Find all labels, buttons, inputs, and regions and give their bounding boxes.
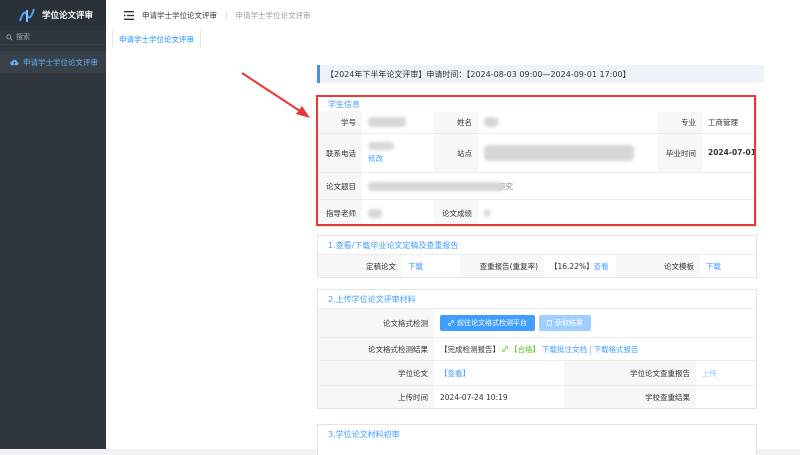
phone-label: 联系电话	[318, 134, 362, 172]
section-upload-materials: 2.上传学位论文评审材料 论文格式检测 前往论文格式检测平台 获取结果 论文格式…	[317, 289, 757, 409]
link-separator: |	[589, 344, 592, 354]
dup-report-label: 查重报告(重复率)	[460, 255, 544, 277]
search-label: 搜索	[16, 33, 30, 41]
dup-rate: 【16.22%】	[550, 261, 594, 271]
menu-toggle-icon[interactable]	[124, 10, 134, 20]
application-notice: 【2024年下半年论文评审】申请时间：【2024-08-03 09:00—202…	[317, 65, 764, 83]
top-header: 申请学士学位论文评审 / 申请学士学位论文评审	[106, 0, 800, 31]
dup-report-value: 【16.22%】 查看	[544, 255, 616, 277]
major-label: 专业	[658, 111, 702, 133]
major-value: 工商管理	[708, 117, 738, 127]
template-label: 论文模板	[616, 255, 700, 277]
search-icon	[6, 33, 13, 41]
sidebar-search[interactable]: 搜索	[0, 30, 106, 45]
student-id-label: 学号	[318, 111, 362, 133]
phone-value: 修改	[362, 134, 434, 172]
dup-report-upload-label: 学位论文查重报告	[564, 361, 696, 385]
advisor-label: 指导老师	[318, 200, 362, 226]
app-logo[interactable]: 学位论文评审	[0, 0, 106, 30]
download-annotated-link[interactable]: 下载批注文档	[542, 344, 587, 355]
logo-icon	[19, 8, 35, 22]
format-platform-button[interactable]: 前往论文格式检测平台	[440, 315, 535, 331]
site-label: 站点	[434, 134, 478, 172]
format-check-actions: 前往论文格式检测平台 获取结果	[434, 309, 756, 337]
main-content: 【2024年下半年论文评审】申请时间：【2024-08-03 09:00—202…	[106, 48, 800, 455]
dup-report-view-link[interactable]: 查看	[594, 261, 609, 272]
student-info-section: 学生信息 学号 姓名 专业 工商管理 联系电话 修改 站点 毕业时间 2024-…	[317, 96, 757, 227]
school-check-value	[696, 386, 756, 408]
final-thesis-label: 定稿论文	[318, 255, 402, 277]
template-download-link[interactable]: 下载	[700, 255, 756, 277]
thesis-label: 学位论文	[318, 361, 434, 385]
grad-time-value: 2024-07-01	[708, 148, 756, 157]
tab-thesis-review[interactable]: 申请学士学位论文评审	[112, 30, 201, 48]
get-result-button[interactable]: 获取结果	[539, 315, 591, 331]
link-icon	[448, 320, 454, 326]
link-icon	[502, 346, 508, 352]
upload-time-value: 2024-07-24 10:19	[440, 392, 508, 402]
section-title: 学生信息	[328, 99, 360, 109]
upload-time-label: 上传时间	[318, 386, 434, 408]
student-id-value	[362, 111, 434, 133]
name-label: 姓名	[434, 111, 478, 133]
tab-bar: 申请学士学位论文评审	[106, 30, 800, 49]
grad-time-label: 毕业时间	[658, 134, 702, 172]
advisor-value	[362, 200, 434, 226]
format-check-label: 论文格式检测	[318, 309, 434, 337]
score-label: 论文成绩	[434, 200, 478, 226]
section-title: 3.学位论文材料初审	[328, 429, 400, 439]
score-value	[478, 200, 756, 226]
section-initial-review: 3.学位论文材料初审	[317, 424, 757, 455]
breadcrumb-current: 申请学士学位论文评审	[235, 10, 311, 20]
dup-report-upload-link[interactable]: 上传	[696, 361, 756, 385]
breadcrumb-separator: /	[225, 10, 228, 20]
final-thesis-download-link[interactable]: 下载	[402, 255, 460, 277]
result-pass: 【合格】	[510, 344, 540, 354]
format-result-label: 论文格式检测结果	[318, 338, 434, 360]
format-result-value: 【完成检测报告】 【合格】 下载批注文档 | 下载格式报告	[434, 338, 756, 360]
section-download-final: 1.查看/下载毕业论文定稿及查重报告 定稿论文 下载 查重报告(重复率) 【16…	[317, 235, 757, 278]
school-check-label: 学校查重结果	[564, 386, 696, 408]
section-title: 2.上传学位论文评审材料	[318, 290, 756, 309]
cloud-upload-icon	[10, 59, 19, 65]
thesis-title-label: 论文题目	[318, 173, 362, 199]
thesis-view-link[interactable]: 【查看】	[434, 361, 564, 385]
breadcrumb-main[interactable]: 申请学士学位论文评审	[142, 10, 217, 21]
phone-edit-link[interactable]: 修改	[368, 153, 383, 164]
name-value	[478, 111, 658, 133]
app-title: 学位论文评审	[42, 11, 94, 21]
document-icon	[547, 320, 552, 326]
thesis-title-value: 研究	[362, 173, 756, 199]
sidebar-item-thesis-review[interactable]: 申请学士学位论文评审	[0, 51, 106, 73]
sidebar: 学位论文评审 搜索 申请学士学位论文评审	[0, 0, 106, 449]
result-prefix: 【完成检测报告】	[440, 344, 500, 354]
section-title: 1.查看/下载毕业论文定稿及查重报告	[318, 236, 756, 255]
download-format-report-link[interactable]: 下载格式报告	[594, 344, 639, 355]
site-value	[478, 134, 658, 172]
sidebar-item-label: 申请学士学位论文评审	[23, 57, 98, 67]
